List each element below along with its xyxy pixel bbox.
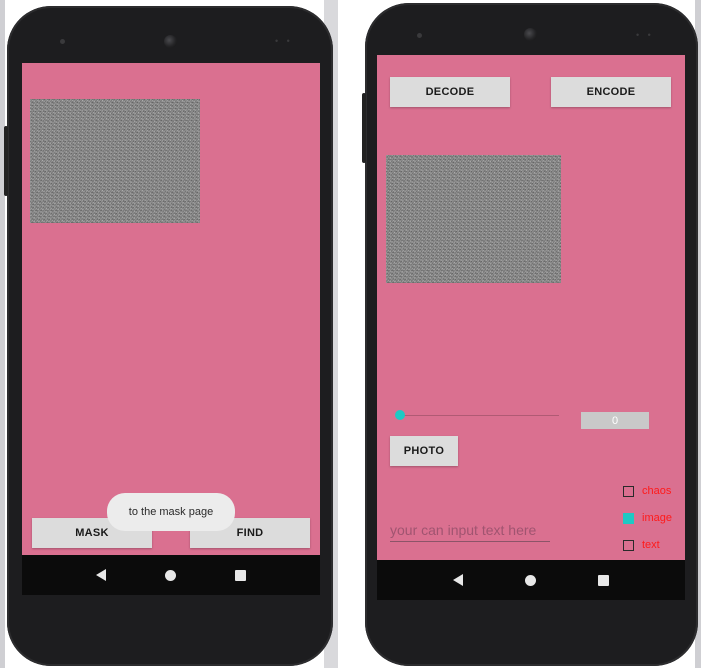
- front-sensor-dot: [417, 33, 422, 38]
- checkbox-text-label: text: [642, 539, 660, 551]
- recent-square-icon[interactable]: [234, 569, 246, 581]
- toast-message: to the mask page: [107, 493, 235, 531]
- photo-button[interactable]: PHOTO: [390, 436, 458, 466]
- seekbar-thumb[interactable]: [395, 410, 405, 420]
- checkbox-chaos-label: chaos: [642, 485, 672, 497]
- front-camera: [524, 28, 537, 41]
- checkbox-image-label: image: [642, 512, 672, 524]
- proximity-sensors: • •: [275, 36, 293, 46]
- seekbar-track[interactable]: [399, 415, 559, 416]
- navigation-bar: [377, 560, 685, 600]
- seekbar-value-box: 0: [581, 412, 649, 429]
- photo-button-label: PHOTO: [403, 445, 445, 457]
- checkbox-text-box[interactable]: [623, 539, 634, 551]
- decode-button-label: DECODE: [425, 86, 475, 98]
- encode-button[interactable]: ENCODE: [551, 77, 671, 107]
- right-phone-side-button: [362, 93, 366, 163]
- text-input-placeholder: your can input text here: [390, 522, 537, 538]
- encode-button-label: ENCODE: [586, 86, 636, 98]
- selected-image-preview: [386, 155, 561, 283]
- encrypted-image: [30, 99, 200, 223]
- checkbox-chaos-box[interactable]: [623, 485, 634, 497]
- seekbar-value: 0: [611, 414, 619, 427]
- text-input-field[interactable]: your can input text here: [390, 522, 550, 542]
- home-circle-icon[interactable]: [164, 569, 176, 581]
- left-phone: • • MASK FIND to the mask page: [4, 6, 333, 666]
- mask-button-label: MASK: [75, 527, 109, 539]
- right-screen: DECODE ENCODE 0 PHOTO your can input tex…: [377, 55, 685, 600]
- back-triangle-icon[interactable]: [453, 574, 463, 586]
- recent-square-icon[interactable]: [598, 574, 609, 586]
- front-camera: [164, 35, 177, 48]
- home-circle-icon[interactable]: [525, 574, 536, 586]
- navigation-bar: [22, 555, 320, 595]
- checkbox-chaos[interactable]: chaos: [623, 485, 671, 497]
- decode-button[interactable]: DECODE: [390, 77, 510, 107]
- checkbox-text[interactable]: text: [623, 539, 660, 551]
- checkbox-image-box[interactable]: [623, 512, 634, 524]
- left-phone-side-button: [4, 126, 8, 196]
- toast-text: to the mask page: [128, 506, 214, 518]
- left-screen: MASK FIND to the mask page: [22, 63, 320, 595]
- proximity-sensors: • •: [636, 30, 654, 40]
- front-sensor-dot: [60, 39, 65, 44]
- back-triangle-icon[interactable]: [96, 569, 107, 581]
- window-frame-left: [0, 0, 5, 668]
- find-button-label: FIND: [236, 527, 264, 539]
- checkbox-image[interactable]: image: [623, 512, 672, 524]
- right-phone: • • DECODE ENCODE 0 PHOTO your can input…: [362, 3, 698, 666]
